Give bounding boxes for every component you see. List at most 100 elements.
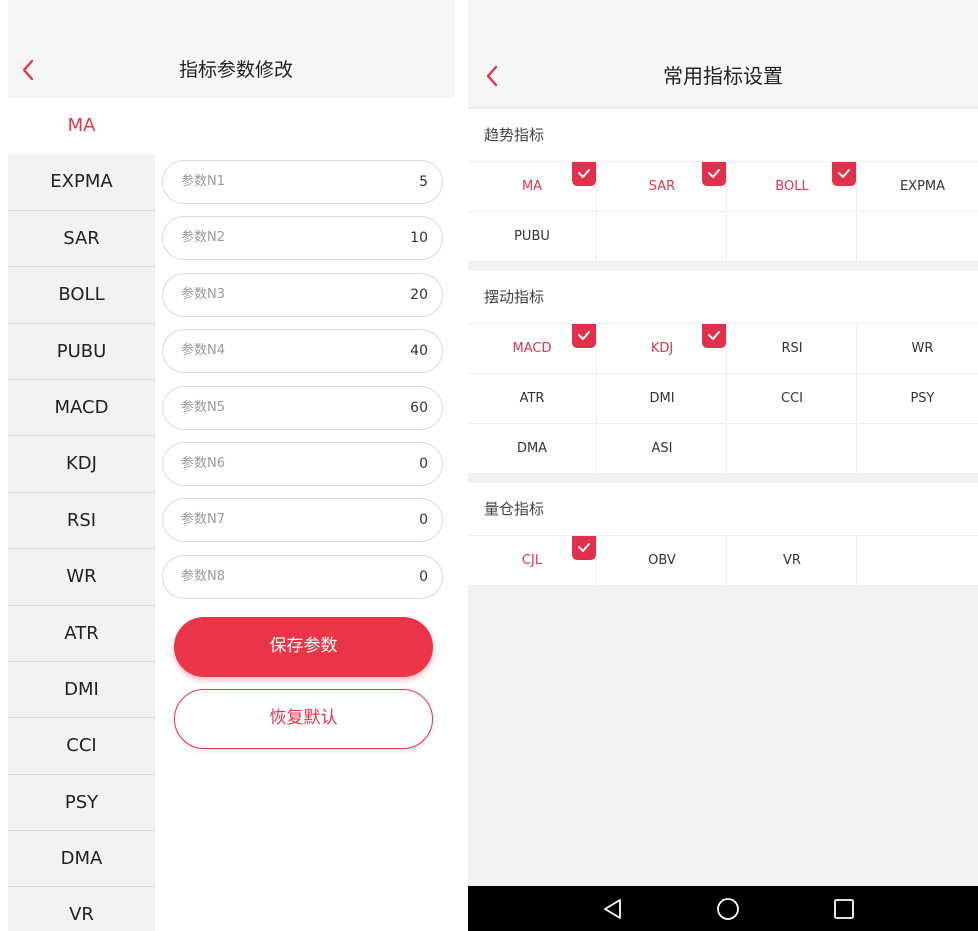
indicator-item-sar[interactable]: SAR [8, 210, 155, 268]
status-bar [8, 0, 454, 42]
home-circle-icon [717, 897, 739, 920]
indicator-item-wr[interactable]: WR [8, 549, 155, 606]
indicator-cell-psy[interactable]: PSY [858, 374, 978, 424]
param-panel: 保存参数 恢复默认 参数N1 5 参数N2 10 参数N3 20 参数N4 40 参数N5 60 参… [155, 98, 454, 931]
indicator-label: OBV [648, 553, 676, 568]
indicator-label: CCI [781, 391, 803, 406]
param-value[interactable]: 0 [419, 443, 428, 485]
indicator-label: ASI [651, 441, 673, 456]
indicator-cell-wr[interactable]: WR [858, 324, 978, 374]
indicator-grid: MA SAR BOLL EXPMA PUBU [468, 162, 978, 262]
restore-default-button[interactable]: 恢复默认 [174, 689, 433, 749]
indicator-item-boll[interactable]: BOLL [8, 267, 155, 324]
indicator-section: 摆动指标 MACD KDJ RSI WR ATR DMI CCI PSY DMA ASI [468, 271, 978, 474]
param-value[interactable]: 0 [419, 499, 428, 541]
nav-home-button[interactable] [698, 886, 758, 931]
param-edit-screen: 指标参数修改 MA EXPMA SAR BOLL PUBU MACD KDJ RSI WR ATR… [8, 0, 454, 931]
indicator-grid: CJL OBV VR [468, 536, 978, 586]
indicator-cell-cjl[interactable]: CJL [468, 536, 597, 586]
indicator-item-pubu[interactable]: PUBU [8, 323, 155, 380]
indicator-label: PSY [910, 391, 935, 406]
param-edit-body: MA EXPMA SAR BOLL PUBU MACD KDJ RSI WR ATR DMI CCI P… [8, 98, 454, 931]
param-value[interactable]: 60 [410, 387, 428, 429]
param-field-n2[interactable]: 参数N2 10 [162, 216, 443, 261]
common-indicator-header: 常用指标设置 [468, 45, 978, 108]
indicator-cell-kdj[interactable]: KDJ [598, 324, 727, 374]
indicator-cell-pubu[interactable]: PUBU [468, 212, 597, 262]
param-value[interactable]: 5 [419, 161, 428, 203]
param-value[interactable]: 10 [410, 217, 428, 259]
app-root: 指标参数修改 MA EXPMA SAR BOLL PUBU MACD KDJ RSI WR ATR… [0, 0, 978, 931]
nav-recents-button[interactable] [814, 886, 874, 931]
param-value[interactable]: 0 [419, 556, 428, 598]
section-title: 趋势指标 [468, 109, 978, 162]
indicator-label: DMA [516, 441, 548, 456]
indicator-item-ma[interactable]: MA [8, 98, 155, 155]
indicator-item-dmi[interactable]: DMI [8, 661, 155, 719]
indicator-label: WR [911, 341, 934, 356]
indicator-cell-cci[interactable]: CCI [728, 374, 857, 424]
back-triangle-icon [604, 898, 621, 919]
indicator-item-rsi[interactable]: RSI [8, 492, 155, 550]
indicator-cell-obv[interactable]: OBV [598, 536, 727, 586]
indicator-label: CJL [521, 553, 543, 568]
param-label: 参数N5 [181, 399, 225, 415]
indicator-cell-boll[interactable]: BOLL [728, 162, 857, 212]
indicator-cell-vr[interactable]: VR [728, 536, 857, 586]
section-title: 摆动指标 [468, 271, 978, 324]
indicator-label: DMI [649, 391, 675, 406]
indicator-cell-macd[interactable]: MACD [468, 324, 597, 374]
indicator-cell-dmi[interactable]: DMI [598, 374, 727, 424]
page-title: 指标参数修改 [178, 59, 293, 81]
checkmark-badge-icon [702, 324, 726, 348]
indicator-label: RSI [781, 341, 803, 356]
param-value[interactable]: 20 [410, 274, 428, 316]
param-field-n3[interactable]: 参数N3 20 [162, 272, 443, 317]
indicator-cell-expma[interactable]: EXPMA [858, 162, 978, 212]
section-title: 量仓指标 [468, 483, 978, 536]
param-label: 参数N6 [181, 456, 225, 471]
empty-cell [598, 212, 727, 262]
indicator-item-expma[interactable]: EXPMA [8, 154, 155, 211]
param-field-n4[interactable]: 参数N4 40 [162, 329, 443, 374]
indicator-cell-ma[interactable]: MA [468, 162, 597, 212]
indicator-section: 趋势指标 MA SAR BOLL EXPMA PUBU [468, 109, 978, 262]
checkmark-badge-icon [702, 162, 726, 186]
param-field-n7[interactable]: 参数N7 0 [162, 498, 443, 543]
indicator-label: KDJ [650, 341, 674, 356]
indicator-item-kdj[interactable]: KDJ [8, 436, 155, 493]
param-field-n5[interactable]: 参数N5 60 [162, 385, 443, 430]
indicator-cell-rsi[interactable]: RSI [728, 324, 857, 374]
page-title: 常用指标设置 [663, 64, 783, 88]
save-params-button[interactable]: 保存参数 [174, 617, 433, 677]
checkmark-badge-icon [572, 324, 596, 348]
nav-back-button[interactable] [583, 886, 643, 931]
param-label: 参数N2 [181, 230, 225, 246]
param-label: 参数N7 [181, 512, 225, 528]
indicator-cell-asi[interactable]: ASI [598, 424, 727, 474]
indicator-item-cci[interactable]: CCI [8, 718, 155, 775]
param-label: 参数N3 [181, 286, 225, 302]
indicator-item-macd[interactable]: MACD [8, 379, 155, 437]
indicator-list: MA EXPMA SAR BOLL PUBU MACD KDJ RSI WR ATR DMI CCI P… [8, 98, 155, 931]
empty-cell [728, 212, 857, 262]
indicator-item-dma[interactable]: DMA [8, 831, 155, 888]
status-bar [468, 0, 978, 45]
indicator-grid: MACD KDJ RSI WR ATR DMI CCI PSY DMA ASI [468, 324, 978, 474]
indicator-item-atr[interactable]: ATR [8, 605, 155, 662]
indicator-item-vr[interactable]: VR [8, 887, 155, 931]
indicator-label: MACD [512, 341, 552, 356]
param-value[interactable]: 40 [410, 330, 428, 372]
indicator-cell-sar[interactable]: SAR [598, 162, 727, 212]
param-label: 参数N4 [181, 343, 225, 359]
checkmark-badge-icon [572, 536, 596, 560]
indicator-cell-atr[interactable]: ATR [468, 374, 597, 424]
indicator-label: MA [521, 179, 543, 194]
param-field-n1[interactable]: 参数N1 5 [162, 160, 443, 204]
indicator-cell-dma[interactable]: DMA [468, 424, 597, 474]
param-field-n8[interactable]: 参数N8 0 [162, 554, 443, 599]
param-label: 参数N1 [181, 174, 225, 189]
param-field-n6[interactable]: 参数N6 0 [162, 442, 443, 486]
indicator-item-psy[interactable]: PSY [8, 774, 155, 832]
common-indicator-screen: 常用指标设置 趋势指标 MA SAR BOLL EXPMA PUBU 摆动指标 MACD KDJ… [468, 0, 978, 931]
